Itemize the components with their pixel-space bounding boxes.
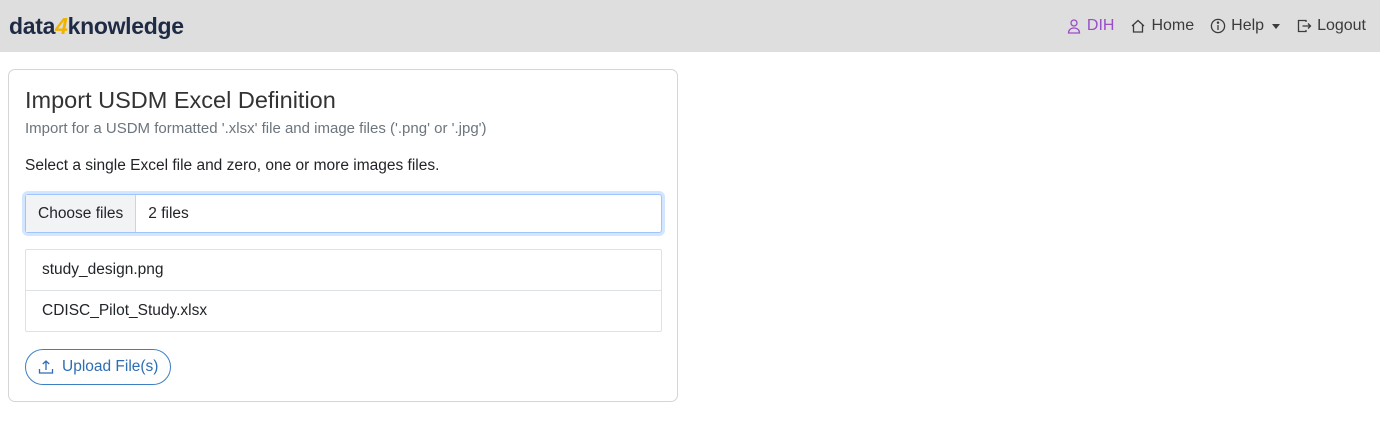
logout-icon [1297, 19, 1312, 33]
upload-icon [38, 360, 54, 374]
nav-links: DIH Home Help Logout [1066, 17, 1366, 35]
person-icon [1067, 19, 1081, 34]
nav-logout-label: Logout [1317, 17, 1366, 34]
import-card: Import USDM Excel Definition Import for … [8, 69, 678, 402]
brand-logo[interactable]: data 4 knowledge [9, 13, 184, 40]
nav-home-label: Home [1151, 17, 1195, 34]
house-icon [1132, 19, 1145, 33]
brand-text-prefix: data [9, 12, 56, 39]
nav-help-label: Help [1231, 17, 1265, 34]
nav-user-label: DIH [1086, 17, 1115, 34]
selected-files-list: study_design.png CDISC_Pilot_Study.xlsx [25, 249, 662, 332]
file-input-status: 2 files [148, 204, 189, 222]
brand-text-mid: 4 [55, 12, 68, 39]
upload-files-button[interactable]: Upload File(s) [25, 349, 172, 385]
info-circle-icon [1210, 18, 1226, 34]
list-item: study_design.png [42, 261, 164, 278]
list-item: CDISC_Pilot_Study.xlsx [26, 290, 661, 331]
choose-files-button[interactable]: Choose files [26, 195, 137, 232]
page-title: Import USDM Excel Definition [25, 87, 336, 113]
instruction-text: Select a single Excel file and zero, one… [25, 157, 440, 174]
card-subtitle: Import for a USDM formatted '.xlsx' file… [25, 120, 487, 137]
nav-help-dropdown[interactable]: Help [1210, 17, 1281, 35]
top-navbar: data 4 knowledge DIH Home Help Logout [0, 0, 1380, 52]
nav-home[interactable]: Home [1130, 17, 1194, 35]
file-input[interactable]: Choose files 2 files [25, 194, 662, 233]
nav-logout[interactable]: Logout [1296, 17, 1366, 35]
chevron-down-icon [1272, 23, 1281, 29]
nav-user[interactable]: DIH [1066, 17, 1115, 35]
upload-files-label: Upload File(s) [62, 358, 159, 375]
brand-text-suffix: knowledge [67, 12, 184, 39]
